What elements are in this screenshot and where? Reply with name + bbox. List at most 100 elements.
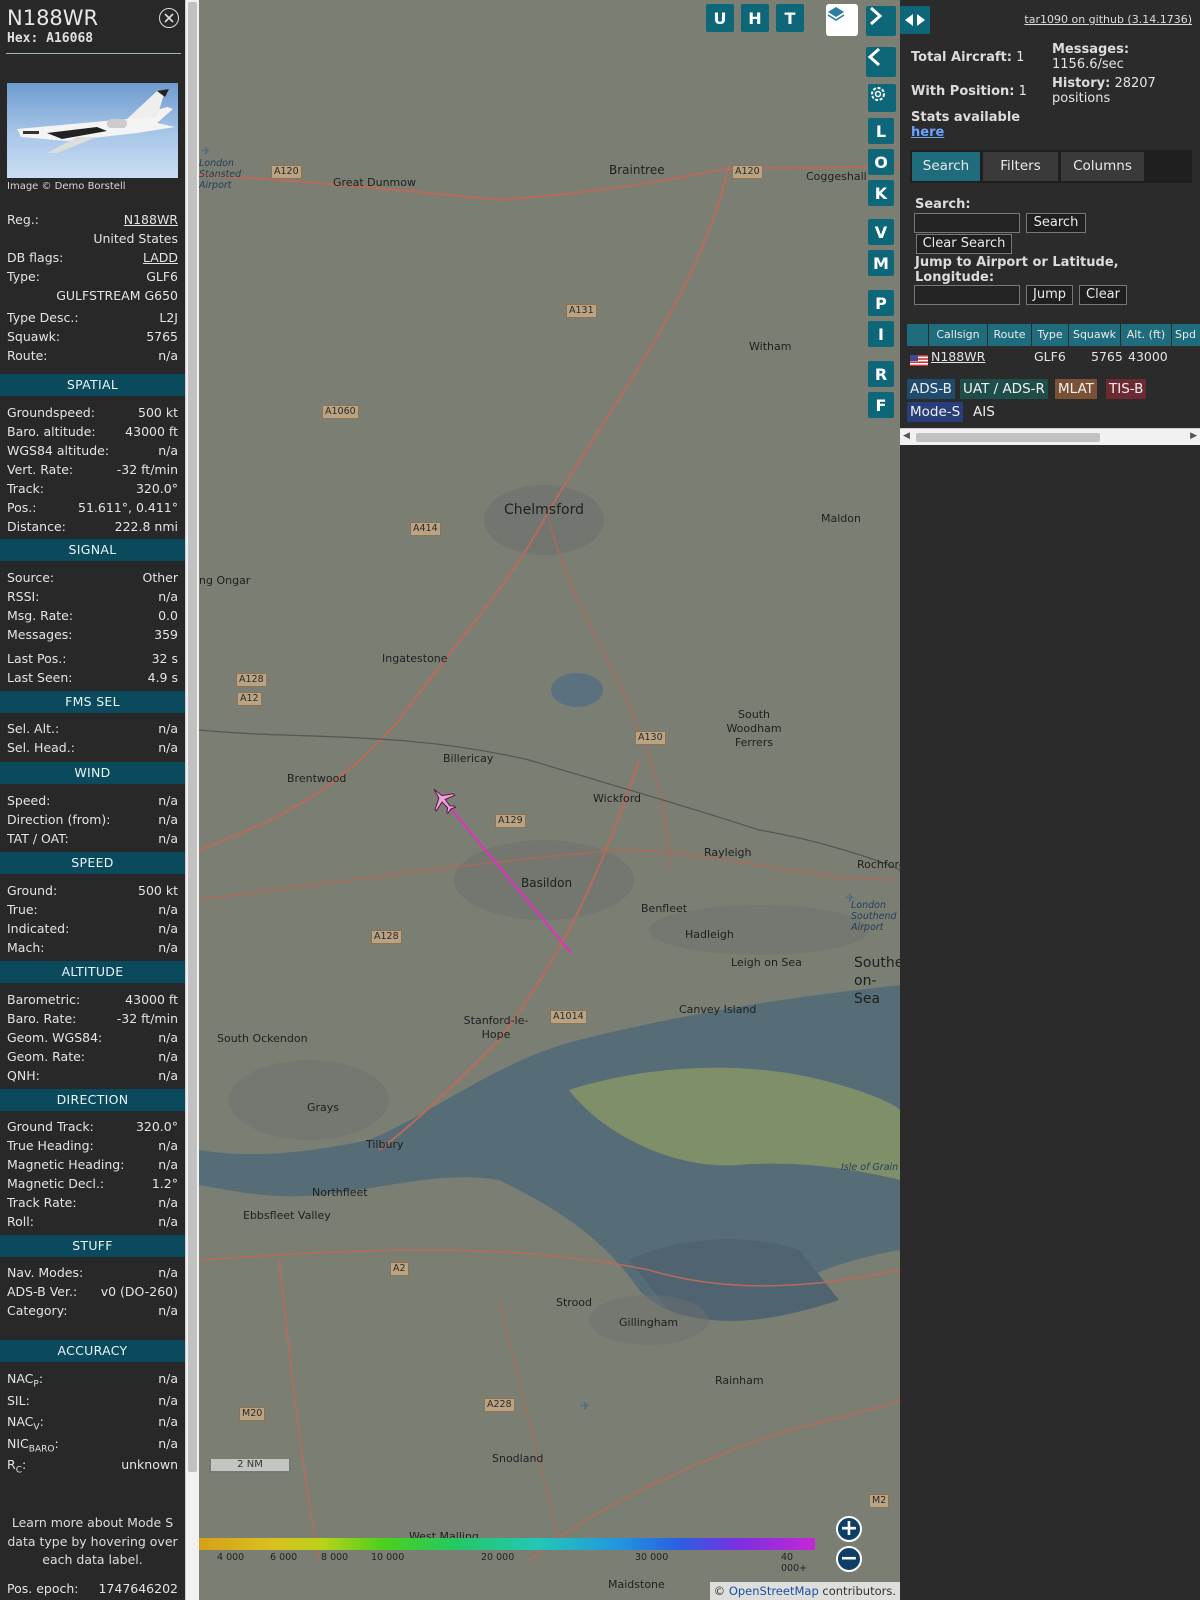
map-button-u[interactable]: U: [706, 4, 734, 32]
info-row-label[interactable]: WGS84 altitude:: [7, 442, 109, 460]
info-row-label[interactable]: Ground Track:: [7, 1118, 94, 1136]
column-callsign[interactable]: Callsign: [929, 324, 988, 346]
info-row-label[interactable]: Distance:: [7, 518, 66, 536]
map-button-p[interactable]: P: [868, 290, 894, 316]
section-header-accuracy[interactable]: ACCURACY: [0, 1340, 185, 1362]
map-button-m[interactable]: M: [868, 250, 894, 276]
info-row-label[interactable]: Mach:: [7, 939, 44, 957]
section-header-speed[interactable]: SPEED: [0, 852, 185, 874]
info-row-label[interactable]: Last Pos.:: [7, 650, 66, 668]
search-button[interactable]: Search: [1026, 213, 1086, 233]
reg-link[interactable]: N188WR: [124, 211, 178, 229]
section-header-signal[interactable]: SIGNAL: [0, 539, 185, 561]
search-input[interactable]: [914, 213, 1020, 233]
dbflags-link[interactable]: LADD: [143, 249, 178, 267]
clear-search-button[interactable]: Clear Search: [916, 234, 1012, 254]
info-row-label[interactable]: Msg. Rate:: [7, 607, 73, 625]
info-row-label[interactable]: Magnetic Heading:: [7, 1156, 124, 1174]
zoom-out-button[interactable]: −: [836, 1546, 862, 1572]
map-button-t[interactable]: T: [776, 4, 804, 32]
scroll-right-icon[interactable]: ▶: [1190, 431, 1197, 441]
info-row-label[interactable]: Geom. Rate:: [7, 1048, 85, 1066]
info-row-label[interactable]: Track:: [7, 480, 44, 498]
column-flag[interactable]: [907, 324, 929, 346]
map-button-h[interactable]: H: [741, 4, 769, 32]
toggle-sidebar-button[interactable]: [900, 6, 930, 34]
column-type[interactable]: Type: [1032, 324, 1069, 346]
info-row-label[interactable]: QNH:: [7, 1067, 40, 1085]
info-row-label[interactable]: True Heading:: [7, 1137, 94, 1155]
info-row-label[interactable]: Ground:: [7, 882, 57, 900]
tab-filters[interactable]: Filters: [983, 152, 1058, 181]
section-header-wind[interactable]: WIND: [0, 762, 185, 784]
clear-button[interactable]: Clear: [1079, 285, 1127, 305]
info-scrollbar-thumb[interactable]: [188, 2, 197, 1472]
info-row-label[interactable]: NICBARO:: [7, 1435, 59, 1459]
info-row-label[interactable]: RSSI:: [7, 588, 39, 606]
info-row-label[interactable]: Sel. Head.:: [7, 739, 75, 757]
row-callsign[interactable]: N188WR: [931, 347, 985, 367]
info-row-label[interactable]: Baro. altitude:: [7, 423, 96, 441]
table-horizontal-scrollbar[interactable]: ◀ ▶: [900, 428, 1200, 445]
info-row-label[interactable]: Indicated:: [7, 920, 69, 938]
map-button-l[interactable]: L: [868, 118, 894, 144]
info-row-label[interactable]: NACV:: [7, 1413, 44, 1437]
map-button-o[interactable]: O: [868, 149, 894, 175]
layers-button[interactable]: [826, 4, 858, 36]
section-header-fms[interactable]: FMS SEL: [0, 691, 185, 713]
jump-input[interactable]: [914, 285, 1020, 305]
info-row-label[interactable]: Roll:: [7, 1213, 34, 1231]
info-row-label[interactable]: Track Rate:: [7, 1194, 77, 1212]
info-row-label[interactable]: Category:: [7, 1302, 67, 1320]
info-row-label[interactable]: Vert. Rate:: [7, 461, 73, 479]
aircraft-photo[interactable]: [7, 83, 178, 178]
info-row-label[interactable]: Baro. Rate:: [7, 1010, 76, 1028]
section-header-stuff[interactable]: STUFF: [0, 1235, 185, 1257]
info-row-label[interactable]: Direction (from):: [7, 811, 111, 829]
info-scrollbar[interactable]: [185, 0, 199, 1600]
info-row-label[interactable]: Geom. WGS84:: [7, 1029, 102, 1047]
map-button-k[interactable]: K: [868, 180, 894, 206]
column-squawk[interactable]: Squawk: [1069, 324, 1121, 346]
info-row-label[interactable]: Pos.:: [7, 499, 36, 517]
section-header-direction[interactable]: DIRECTION: [0, 1089, 185, 1111]
attribution-link[interactable]: OpenStreetMap: [729, 1584, 819, 1598]
info-row-label[interactable]: TAT / OAT:: [7, 830, 69, 848]
aircraft-marker-icon[interactable]: [427, 784, 459, 816]
collapse-left-button[interactable]: [866, 47, 896, 77]
close-button[interactable]: [159, 8, 179, 28]
info-row-label[interactable]: Speed:: [7, 792, 50, 810]
tab-search[interactable]: Search: [912, 152, 980, 181]
info-row-label[interactable]: ADS-B Ver.:: [7, 1283, 77, 1301]
info-row-label[interactable]: Nav. Modes:: [7, 1264, 83, 1282]
map-button-r[interactable]: R: [868, 361, 894, 387]
info-row-label[interactable]: Sel. Alt.:: [7, 720, 59, 738]
map-view[interactable]: ✈ ✈ ✈ Braintree Great Dunmow Coggeshall Wit…: [199, 0, 900, 1600]
info-row-label[interactable]: SIL:: [7, 1392, 30, 1410]
column-altitude[interactable]: Alt. (ft): [1121, 324, 1172, 346]
column-route[interactable]: Route: [988, 324, 1032, 346]
table-row[interactable]: N188WR GLF6 5765 43000: [907, 347, 1200, 367]
info-row-label[interactable]: NACP:: [7, 1370, 43, 1394]
jump-button[interactable]: Jump: [1026, 285, 1073, 305]
expand-right-button[interactable]: [866, 6, 896, 36]
info-row-label[interactable]: Last Seen:: [7, 669, 72, 687]
zoom-in-button[interactable]: +: [836, 1516, 862, 1542]
table-scrollbar-thumb[interactable]: [916, 433, 1100, 442]
settings-button[interactable]: [868, 84, 896, 112]
github-link[interactable]: tar1090 on github (3.14.1736): [1024, 13, 1192, 26]
info-row-label[interactable]: Messages:: [7, 626, 73, 644]
map-button-i[interactable]: I: [868, 321, 894, 347]
stats-link[interactable]: here: [911, 125, 944, 140]
info-row-label[interactable]: RC:: [7, 1456, 26, 1480]
info-row-label[interactable]: Source:: [7, 569, 54, 587]
info-row-label[interactable]: True:: [7, 901, 38, 919]
map-button-f[interactable]: F: [868, 392, 894, 418]
map-button-v[interactable]: V: [868, 219, 894, 245]
column-speed[interactable]: Spd: [1172, 324, 1200, 346]
section-header-spatial[interactable]: SPATIAL: [0, 374, 185, 396]
tab-columns[interactable]: Columns: [1061, 152, 1144, 181]
section-header-altitude[interactable]: ALTITUDE: [0, 961, 185, 983]
info-row-label[interactable]: Groundspeed:: [7, 404, 95, 422]
info-row-label[interactable]: Magnetic Decl.:: [7, 1175, 104, 1193]
